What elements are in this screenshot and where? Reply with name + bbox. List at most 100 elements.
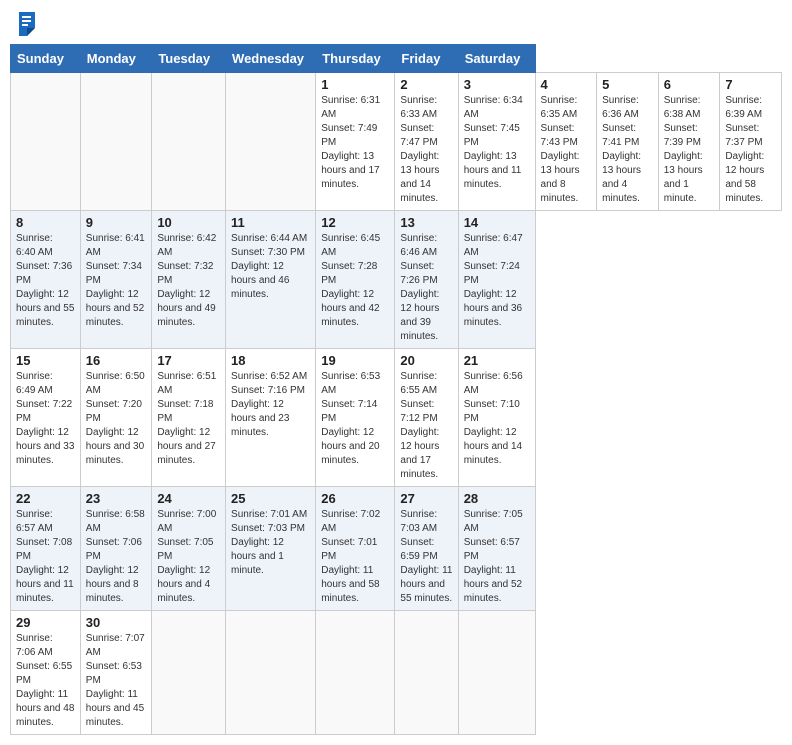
day-number: 20 xyxy=(400,353,452,368)
day-info: Sunrise: 6:44 AM Sunset: 7:30 PM Dayligh… xyxy=(231,232,310,302)
day-number: 4 xyxy=(541,77,592,92)
day-number: 26 xyxy=(321,491,389,506)
page-header xyxy=(10,10,782,36)
calendar-cell xyxy=(226,611,316,735)
calendar-cell: 23 Sunrise: 6:58 AM Sunset: 7:06 PM Dayli… xyxy=(80,487,152,611)
calendar-cell xyxy=(152,73,226,211)
day-info: Sunrise: 7:02 AM Sunset: 7:01 PM Dayligh… xyxy=(321,508,389,606)
calendar-cell: 25 Sunrise: 7:01 AM Sunset: 7:03 PM Dayli… xyxy=(226,487,316,611)
calendar-cell: 10 Sunrise: 6:42 AM Sunset: 7:32 PM Dayli… xyxy=(152,211,226,349)
calendar-cell: 16Sunrise: 6:50 AM Sunset: 7:20 PM Dayli… xyxy=(80,349,152,487)
calendar-cell: 5 Sunrise: 6:36 AM Sunset: 7:41 PM Daylig… xyxy=(597,73,659,211)
calendar-cell xyxy=(80,73,152,211)
calendar-cell xyxy=(11,73,81,211)
day-number: 3 xyxy=(464,77,530,92)
day-info: Sunrise: 7:05 AM Sunset: 6:57 PM Dayligh… xyxy=(464,508,530,606)
calendar-cell: 28Sunrise: 7:05 AM Sunset: 6:57 PM Dayli… xyxy=(458,487,535,611)
day-number: 14 xyxy=(464,215,530,230)
day-number: 27 xyxy=(400,491,452,506)
calendar-week-row: 29Sunrise: 7:06 AM Sunset: 6:55 PM Dayli… xyxy=(11,611,782,735)
calendar-cell: 17 Sunrise: 6:51 AM Sunset: 7:18 PM Dayli… xyxy=(152,349,226,487)
day-number: 21 xyxy=(464,353,530,368)
day-number: 22 xyxy=(16,491,75,506)
calendar-week-row: 22Sunrise: 6:57 AM Sunset: 7:08 PM Dayli… xyxy=(11,487,782,611)
calendar-cell: 26 Sunrise: 7:02 AM Sunset: 7:01 PM Dayli… xyxy=(316,487,395,611)
calendar-cell: 11Sunrise: 6:44 AM Sunset: 7:30 PM Dayli… xyxy=(226,211,316,349)
day-info: Sunrise: 7:03 AM Sunset: 6:59 PM Dayligh… xyxy=(400,508,452,606)
day-number: 6 xyxy=(664,77,715,92)
day-info: Sunrise: 6:41 AM Sunset: 7:34 PM Dayligh… xyxy=(86,232,147,330)
day-number: 10 xyxy=(157,215,220,230)
calendar-cell: 7 Sunrise: 6:39 AM Sunset: 7:37 PM Daylig… xyxy=(720,73,782,211)
day-number: 1 xyxy=(321,77,389,92)
day-info: Sunrise: 6:31 AM Sunset: 7:49 PM Dayligh… xyxy=(321,94,389,192)
calendar-day-header: Wednesday xyxy=(226,45,316,73)
day-info: Sunrise: 6:35 AM Sunset: 7:43 PM Dayligh… xyxy=(541,94,592,206)
calendar-day-header: Friday xyxy=(395,45,458,73)
calendar-header-row: SundayMondayTuesdayWednesdayThursdayFrid… xyxy=(11,45,782,73)
day-info: Sunrise: 6:40 AM Sunset: 7:36 PM Dayligh… xyxy=(16,232,75,330)
day-info: Sunrise: 6:38 AM Sunset: 7:39 PM Dayligh… xyxy=(664,94,715,206)
day-number: 23 xyxy=(86,491,147,506)
day-number: 15 xyxy=(16,353,75,368)
day-info: Sunrise: 6:34 AM Sunset: 7:45 PM Dayligh… xyxy=(464,94,530,192)
day-info: Sunrise: 7:00 AM Sunset: 7:05 PM Dayligh… xyxy=(157,508,220,606)
day-info: Sunrise: 6:46 AM Sunset: 7:26 PM Dayligh… xyxy=(400,232,452,344)
day-info: Sunrise: 6:52 AM Sunset: 7:16 PM Dayligh… xyxy=(231,370,310,440)
day-number: 12 xyxy=(321,215,389,230)
calendar-cell: 12Sunrise: 6:45 AM Sunset: 7:28 PM Dayli… xyxy=(316,211,395,349)
calendar-cell xyxy=(316,611,395,735)
calendar-week-row: 8 Sunrise: 6:40 AM Sunset: 7:36 PM Daylig… xyxy=(11,211,782,349)
day-info: Sunrise: 6:36 AM Sunset: 7:41 PM Dayligh… xyxy=(602,94,653,206)
day-info: Sunrise: 6:39 AM Sunset: 7:37 PM Dayligh… xyxy=(725,94,776,206)
day-info: Sunrise: 6:42 AM Sunset: 7:32 PM Dayligh… xyxy=(157,232,220,330)
day-info: Sunrise: 6:33 AM Sunset: 7:47 PM Dayligh… xyxy=(400,94,452,206)
calendar-cell: 4 Sunrise: 6:35 AM Sunset: 7:43 PM Daylig… xyxy=(535,73,597,211)
day-info: Sunrise: 6:53 AM Sunset: 7:14 PM Dayligh… xyxy=(321,370,389,468)
day-info: Sunrise: 7:06 AM Sunset: 6:55 PM Dayligh… xyxy=(16,632,75,730)
calendar-cell: 3 Sunrise: 6:34 AM Sunset: 7:45 PM Daylig… xyxy=(458,73,535,211)
day-info: Sunrise: 6:56 AM Sunset: 7:10 PM Dayligh… xyxy=(464,370,530,468)
day-number: 17 xyxy=(157,353,220,368)
day-number: 25 xyxy=(231,491,310,506)
calendar-cell: 30 Sunrise: 7:07 AM Sunset: 6:53 PM Dayli… xyxy=(80,611,152,735)
calendar-cell: 2 Sunrise: 6:33 AM Sunset: 7:47 PM Daylig… xyxy=(395,73,458,211)
calendar-cell xyxy=(152,611,226,735)
day-number: 2 xyxy=(400,77,452,92)
calendar-cell: 22Sunrise: 6:57 AM Sunset: 7:08 PM Dayli… xyxy=(11,487,81,611)
calendar-cell: 6 Sunrise: 6:38 AM Sunset: 7:39 PM Daylig… xyxy=(658,73,720,211)
calendar-week-row: 15Sunrise: 6:49 AM Sunset: 7:22 PM Dayli… xyxy=(11,349,782,487)
day-number: 19 xyxy=(321,353,389,368)
calendar-day-header: Sunday xyxy=(11,45,81,73)
calendar-cell: 9Sunrise: 6:41 AM Sunset: 7:34 PM Daylig… xyxy=(80,211,152,349)
calendar-day-header: Tuesday xyxy=(152,45,226,73)
day-number: 5 xyxy=(602,77,653,92)
calendar-day-header: Saturday xyxy=(458,45,535,73)
day-number: 13 xyxy=(400,215,452,230)
calendar-cell: 19 Sunrise: 6:53 AM Sunset: 7:14 PM Dayli… xyxy=(316,349,395,487)
calendar-cell: 18Sunrise: 6:52 AM Sunset: 7:16 PM Dayli… xyxy=(226,349,316,487)
day-number: 8 xyxy=(16,215,75,230)
calendar-cell xyxy=(458,611,535,735)
logo xyxy=(14,10,38,36)
calendar-cell: 24 Sunrise: 7:00 AM Sunset: 7:05 PM Dayli… xyxy=(152,487,226,611)
calendar-cell xyxy=(395,611,458,735)
calendar-cell: 1 Sunrise: 6:31 AM Sunset: 7:49 PM Daylig… xyxy=(316,73,395,211)
calendar-cell: 8 Sunrise: 6:40 AM Sunset: 7:36 PM Daylig… xyxy=(11,211,81,349)
day-info: Sunrise: 6:58 AM Sunset: 7:06 PM Dayligh… xyxy=(86,508,147,606)
calendar-cell: 13 Sunrise: 6:46 AM Sunset: 7:26 PM Dayli… xyxy=(395,211,458,349)
calendar-table: SundayMondayTuesdayWednesdayThursdayFrid… xyxy=(10,44,782,735)
day-info: Sunrise: 6:51 AM Sunset: 7:18 PM Dayligh… xyxy=(157,370,220,468)
calendar-cell: 15Sunrise: 6:49 AM Sunset: 7:22 PM Dayli… xyxy=(11,349,81,487)
day-info: Sunrise: 6:47 AM Sunset: 7:24 PM Dayligh… xyxy=(464,232,530,330)
calendar-cell: 29Sunrise: 7:06 AM Sunset: 6:55 PM Dayli… xyxy=(11,611,81,735)
day-number: 7 xyxy=(725,77,776,92)
calendar-cell: 21 Sunrise: 6:56 AM Sunset: 7:10 PM Dayli… xyxy=(458,349,535,487)
calendar-day-header: Monday xyxy=(80,45,152,73)
calendar-cell: 14 Sunrise: 6:47 AM Sunset: 7:24 PM Dayli… xyxy=(458,211,535,349)
day-info: Sunrise: 7:01 AM Sunset: 7:03 PM Dayligh… xyxy=(231,508,310,578)
day-number: 24 xyxy=(157,491,220,506)
day-info: Sunrise: 7:07 AM Sunset: 6:53 PM Dayligh… xyxy=(86,632,147,730)
day-number: 30 xyxy=(86,615,147,630)
calendar-week-row: 1 Sunrise: 6:31 AM Sunset: 7:49 PM Daylig… xyxy=(11,73,782,211)
